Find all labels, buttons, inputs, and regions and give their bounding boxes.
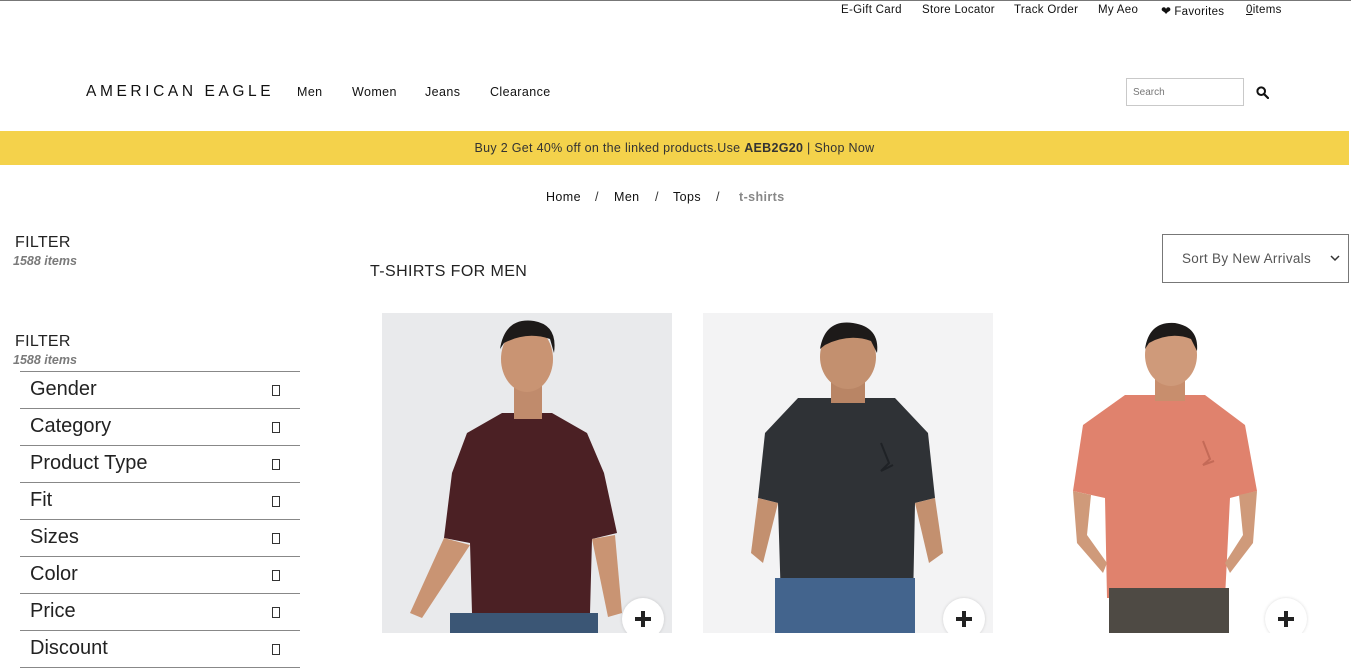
facet-category[interactable]: Category <box>20 409 300 446</box>
breadcrumb-home[interactable]: Home <box>546 190 581 204</box>
expand-icon[interactable] <box>272 385 280 396</box>
facet-sizes[interactable]: Sizes <box>20 520 300 557</box>
facet-label: Category <box>30 415 112 437</box>
product-image[interactable] <box>1025 313 1315 633</box>
breadcrumb-separator: / <box>595 190 599 204</box>
facet-label: Product Type <box>30 452 148 474</box>
facet-label: Price <box>30 600 76 622</box>
facet-label: Sizes <box>30 526 79 548</box>
breadcrumb-separator: / <box>716 190 720 204</box>
promo-message: Buy 2 Get 40% off on the linked products… <box>474 141 745 155</box>
search-icon[interactable] <box>1256 86 1269 99</box>
expand-icon[interactable] <box>272 607 280 618</box>
nav-jeans[interactable]: Jeans <box>425 85 460 99</box>
filter-title: FILTER <box>15 333 71 350</box>
track-order-link[interactable]: Track Order <box>1014 4 1078 16</box>
chevron-down-icon <box>1330 255 1340 262</box>
nav-clearance[interactable]: Clearance <box>490 85 551 99</box>
facet-label: Color <box>30 563 78 585</box>
filter-facet-list: Gender Category Product Type Fit Sizes C… <box>20 371 300 668</box>
expand-icon[interactable] <box>272 570 280 581</box>
cart-count: 0 <box>1246 4 1253 16</box>
facet-label: Fit <box>30 489 53 511</box>
promo-cta[interactable]: Shop Now <box>814 141 874 155</box>
filter-title: FILTER <box>15 234 71 251</box>
cart-label: items <box>1252 4 1282 16</box>
sort-selected-value: Sort By New Arrivals <box>1182 251 1312 266</box>
cart-link[interactable]: 0items <box>1246 4 1282 16</box>
facet-price[interactable]: Price <box>20 594 300 631</box>
promo-code: AEB2G20 <box>744 141 804 155</box>
product-card[interactable] <box>1025 313 1315 633</box>
promo-separator: | <box>803 141 815 155</box>
plus-icon[interactable] <box>943 598 985 633</box>
filter-item-count: 1588 items <box>13 353 77 367</box>
favorites-label: Favorites <box>1174 6 1225 18</box>
plus-icon[interactable] <box>622 598 664 633</box>
promo-banner[interactable]: Buy 2 Get 40% off on the linked products… <box>0 131 1349 165</box>
facet-product-type[interactable]: Product Type <box>20 446 300 483</box>
breadcrumb-separator: / <box>655 190 659 204</box>
brand-logo[interactable]: AMERICAN EAGLE <box>86 83 274 101</box>
facet-color[interactable]: Color <box>20 557 300 594</box>
promo-text: Buy 2 Get 40% off on the linked products… <box>0 141 1349 155</box>
search-input[interactable] <box>1126 78 1244 106</box>
product-card[interactable] <box>703 313 993 633</box>
facet-gender[interactable]: Gender <box>20 372 300 409</box>
product-image[interactable] <box>382 313 672 633</box>
nav-women[interactable]: Women <box>352 85 397 99</box>
expand-icon[interactable] <box>272 422 280 433</box>
my-aeo-link[interactable]: My Aeo <box>1098 4 1138 16</box>
store-locator-link[interactable]: Store Locator <box>922 4 995 16</box>
heart-icon: ❤ <box>1161 4 1172 18</box>
product-image[interactable] <box>703 313 993 633</box>
breadcrumb-men[interactable]: Men <box>614 190 640 204</box>
top-border <box>0 0 1351 1</box>
breadcrumb-tops[interactable]: Tops <box>673 190 701 204</box>
expand-icon[interactable] <box>272 459 280 470</box>
gift-card-link[interactable]: E-Gift Card <box>841 4 902 16</box>
favorites-link[interactable]: ❤ Favorites <box>1161 4 1224 18</box>
product-card[interactable] <box>382 313 672 633</box>
nav-men[interactable]: Men <box>297 85 323 99</box>
page-title: T-SHIRTS FOR MEN <box>370 263 528 280</box>
facet-label: Gender <box>30 378 97 400</box>
plus-icon[interactable] <box>1265 598 1307 633</box>
facet-fit[interactable]: Fit <box>20 483 300 520</box>
expand-icon[interactable] <box>272 533 280 544</box>
facet-label: Discount <box>30 637 108 659</box>
breadcrumb-current: t-shirts <box>739 190 785 204</box>
sort-select[interactable]: Sort By New Arrivals <box>1162 234 1349 283</box>
filter-item-count: 1588 items <box>13 254 77 268</box>
expand-icon[interactable] <box>272 496 280 507</box>
